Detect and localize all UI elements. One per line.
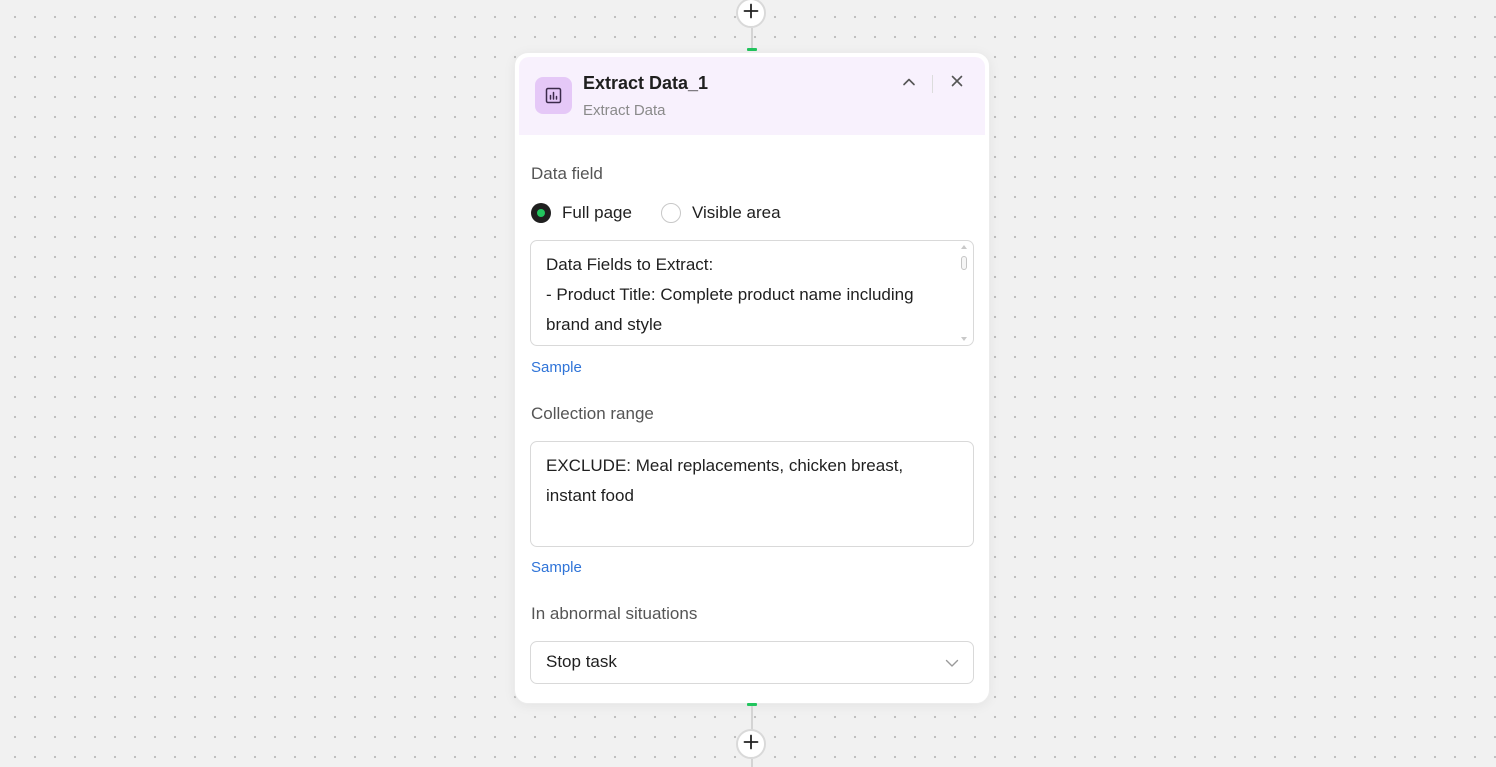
radio-checked-icon: [531, 203, 551, 223]
textarea-scrollbar[interactable]: [955, 241, 973, 345]
connector-line-bottom: [751, 706, 753, 730]
close-button[interactable]: [945, 71, 969, 95]
extract-data-node-card[interactable]: Extract Data_1 Extract Data Data field F…: [514, 52, 990, 704]
plus-icon: [743, 3, 759, 24]
scroll-thumb[interactable]: [961, 256, 967, 270]
node-subtitle: Extract Data: [583, 102, 666, 119]
node-header: Extract Data_1 Extract Data: [519, 57, 985, 135]
data-fields-textarea[interactable]: Data Fields to Extract: - Product Title:…: [530, 240, 974, 346]
close-icon: [951, 74, 963, 92]
plus-icon: [743, 734, 759, 755]
chevron-down-icon: [945, 656, 959, 675]
input-port[interactable]: [747, 48, 757, 51]
data-field-label: Data field: [531, 164, 603, 183]
add-step-below-button[interactable]: [736, 729, 766, 759]
visible-area-radio-label: Visible area: [692, 203, 781, 222]
abnormal-action-value: Stop task: [546, 652, 617, 671]
radio-unchecked-icon: [661, 203, 681, 223]
data-field-sample-link[interactable]: Sample: [531, 359, 582, 376]
chart-icon: [535, 77, 572, 114]
abnormal-action-select[interactable]: Stop task: [530, 641, 974, 684]
connector-line-tail: [751, 759, 753, 767]
header-divider: [932, 75, 933, 93]
full-page-radio-label: Full page: [562, 203, 632, 222]
chevron-up-icon: [902, 75, 916, 94]
scroll-down-icon[interactable]: [961, 337, 967, 341]
scroll-up-icon[interactable]: [961, 245, 967, 249]
full-page-radio[interactable]: Full page: [531, 203, 632, 223]
collection-range-label: Collection range: [531, 404, 654, 423]
collection-range-text: EXCLUDE: Meal replacements, chicken brea…: [546, 456, 908, 505]
data-fields-text: Data Fields to Extract: - Product Title:…: [546, 255, 914, 334]
visible-area-radio[interactable]: Visible area: [661, 203, 781, 223]
collapse-button[interactable]: [897, 72, 921, 96]
node-title: Extract Data_1: [583, 73, 709, 93]
collection-range-sample-link[interactable]: Sample: [531, 559, 582, 576]
abnormal-situations-label: In abnormal situations: [531, 604, 698, 623]
collection-range-textarea[interactable]: EXCLUDE: Meal replacements, chicken brea…: [530, 441, 974, 547]
add-step-above-button[interactable]: [736, 0, 766, 28]
connector-line-top: [751, 28, 753, 49]
